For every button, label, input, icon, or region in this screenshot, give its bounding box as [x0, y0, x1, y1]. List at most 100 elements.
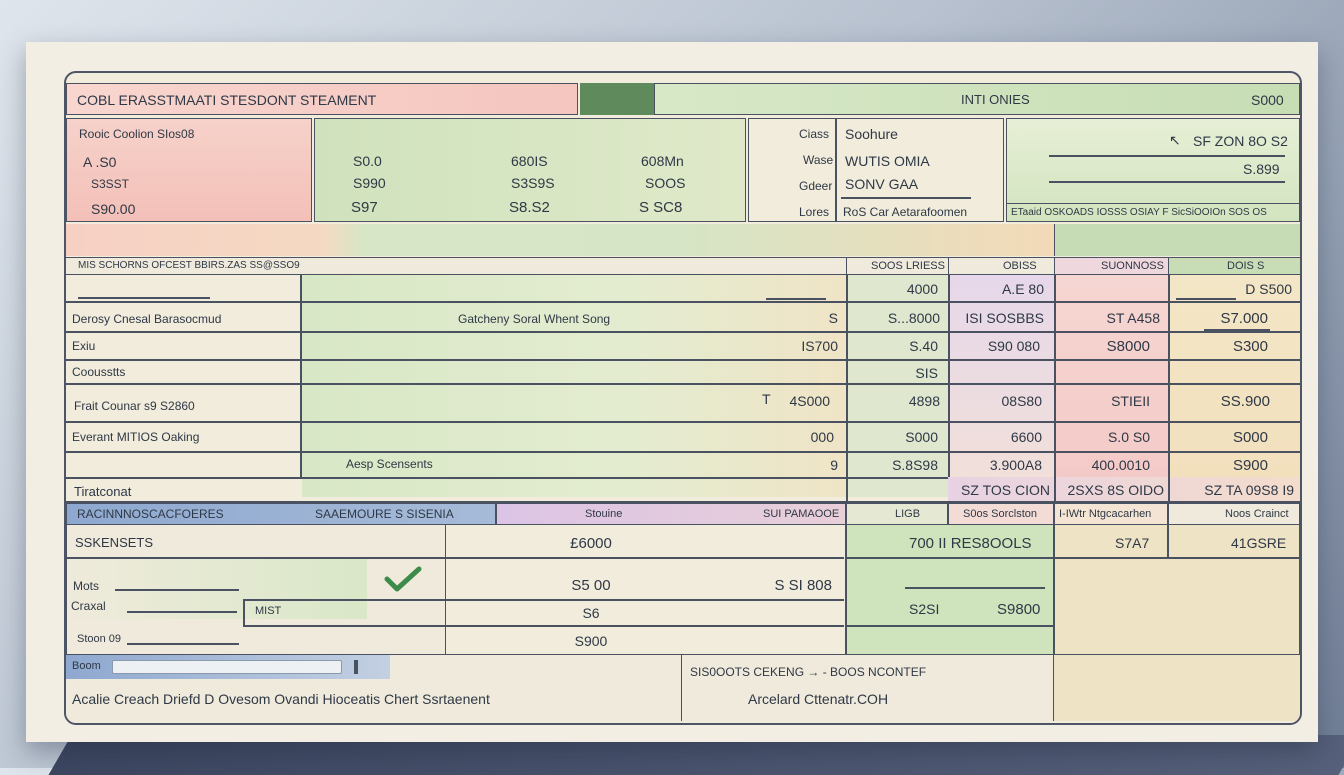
- contact-divider: [835, 119, 837, 221]
- row-line-1: [66, 301, 1300, 303]
- footer-bottom-text: Acalie Creach Driefd D Ovesom Ovandi Hio…: [72, 691, 490, 707]
- footer-input-label: Boom: [72, 660, 101, 672]
- table-header-4: DOIS S: [1168, 258, 1300, 274]
- lower-left-line-3: [243, 625, 447, 627]
- summary-value-1: SF ZON 8O S2: [1193, 133, 1288, 149]
- color-band: [66, 224, 1054, 256]
- sub-header-mid: Stouine SUI PAMAOOE: [496, 503, 846, 525]
- row4-label: Frait Counar s9 S2860: [74, 399, 195, 413]
- amount-c1-r1: S0.0: [353, 153, 382, 169]
- table-header-row: MIS SCHORNS OFCEST BBIRS.ZAS SS@SSO9 SOO…: [66, 257, 1300, 275]
- row5-c2: 6600: [1010, 429, 1042, 445]
- info-value-1: A .S0: [83, 154, 117, 170]
- lower-box-b: S9800: [997, 601, 1041, 618]
- lower-val-a2: S6: [582, 605, 600, 621]
- amount-c3-r2: SOOS: [645, 175, 686, 191]
- row0-amount-line: [766, 298, 826, 300]
- check-icon: [384, 566, 422, 592]
- lower-green-line: [847, 557, 1053, 559]
- row7-label: Tiratconat: [74, 484, 132, 499]
- info-value-2: S3SST: [91, 177, 130, 191]
- row-line-5: [66, 421, 1300, 423]
- row0-c4-line: [1176, 298, 1236, 300]
- lower-green-field: [905, 587, 1045, 589]
- row5-amount: 000: [810, 429, 834, 445]
- amount-c2-r1: 680IS: [511, 153, 548, 169]
- row0-c1: 4000: [906, 281, 938, 297]
- row3-c1: SIS: [915, 365, 938, 381]
- row6-c3: 400.0010: [1091, 457, 1150, 473]
- amount-c1-r2: S990: [353, 175, 386, 191]
- row0-field-line: [78, 297, 210, 299]
- contact-label-3: Gdeer: [799, 179, 833, 193]
- lower-left-line-2: [243, 599, 447, 601]
- row-line-4: [66, 383, 1300, 385]
- row-line-2: [66, 331, 1300, 333]
- header-right-label: INTI ONIES: [961, 92, 1030, 107]
- info-label: Rooic Coolion SIos08: [79, 127, 195, 141]
- contact-value-3: SONV GAA: [845, 176, 919, 192]
- lower-right-line: [1055, 557, 1299, 559]
- color-band-right: [1054, 224, 1300, 256]
- lower-field-2: [127, 611, 237, 613]
- contact-value-1: Soohure: [845, 126, 898, 142]
- contact-value-4: RoS Car Aetarafoomen: [843, 205, 968, 219]
- contact-label-4: Lores: [799, 205, 830, 219]
- lower-field-1: [115, 589, 239, 591]
- row5-label: Everant MITIOS Oaking: [72, 430, 200, 444]
- row5-c1: S000: [905, 429, 938, 445]
- table-title: MIS SCHORNS OFCEST BBIRS.ZAS SS@SSO9: [78, 260, 300, 271]
- row4-c4: SS.900: [1220, 393, 1270, 410]
- row0-c2: A.E 80: [1001, 281, 1044, 297]
- row1-amount: S: [828, 310, 838, 326]
- lower-row1-c1: 700 II RES8OOLS: [909, 535, 1032, 552]
- header-accent: [580, 83, 654, 115]
- lower-left-vline: [243, 599, 245, 625]
- row1-desc: Gatcheny Soral Whent Song: [458, 312, 611, 326]
- lower-val-a1: S5 00: [571, 577, 611, 594]
- row2-c1: S.40: [909, 338, 938, 354]
- sub-header-mid-label-2: SUI PAMAOOE: [763, 508, 840, 520]
- row6-c1: S.8S98: [892, 457, 938, 473]
- row2-c2: S90 080: [987, 338, 1040, 354]
- row1-c4: S7.000: [1220, 310, 1268, 327]
- sub-header-c2: S0os Sorclston: [948, 503, 1054, 525]
- row7-c2: SZ TOS CION: [961, 482, 1050, 498]
- footer-input-field[interactable]: [112, 660, 342, 674]
- row1-c4-line: [1204, 329, 1270, 331]
- sub-header-c4: Noos Crainct: [1168, 503, 1300, 525]
- lower-mid-label: MIST: [255, 605, 282, 617]
- table-header-2: OBISS: [948, 258, 1054, 274]
- lower-row1-label: SSKENSETS: [75, 535, 154, 550]
- sub-header-left: RACINNNOSCACFOERES SAAEMOURE S SISENIA: [66, 503, 496, 525]
- lower-field-3: [127, 643, 239, 645]
- row1-label: Derosy Cnesal Barasocmud: [72, 312, 222, 326]
- row2-c3: S8000: [1106, 338, 1150, 355]
- contact-label-1: Ciass: [799, 127, 830, 141]
- lower-mid-line-2: [446, 599, 844, 601]
- row-line-6: [66, 451, 1300, 453]
- statement-title: COBL ERASSTMAATI STESDONT STEAMENT: [77, 92, 377, 108]
- lower-row1-c3: S7A7: [1115, 535, 1150, 551]
- contact-field-line: [841, 197, 971, 199]
- amount-c2-r3: S8.S2: [509, 199, 550, 216]
- amounts-block: S0.0 S990 S97 680IS S3S9S S8.S2 608Mn SO…: [314, 118, 746, 222]
- row1-c2: ISI SOSBBS: [965, 310, 1044, 326]
- table-header-1: SOOS LRIESS: [846, 258, 948, 274]
- row6-c4: S900: [1232, 457, 1268, 474]
- row4-c3: STIEII: [1111, 393, 1150, 409]
- sub-header-c1: LIGB: [846, 503, 948, 525]
- footer-right-bottom: Arcelard Cttenatr.COH: [748, 691, 889, 707]
- lower-mid-line-1: [446, 557, 844, 559]
- amount-c3-r1: 608Mn: [641, 153, 684, 169]
- sub-header-left-label-2: SAAEMOURE S SISENIA: [315, 507, 454, 521]
- summary-footer: ETaaid OSKOADS IOSSS OSIAY F SicSiOOIOn …: [1007, 203, 1299, 223]
- lower-right-block: S7A7 41GSRE: [1054, 525, 1300, 655]
- lower-green-block: 700 II RES8OOLS S2SI S9800: [846, 525, 1054, 655]
- row5-c4: S000: [1232, 429, 1268, 446]
- row-line-3: [66, 359, 1300, 361]
- row7-c4: SZ TA 09S8 I9: [1204, 482, 1294, 498]
- lower-label-1: Mots: [73, 579, 100, 593]
- footer-right: [1054, 655, 1300, 721]
- sub-header-left-label: RACINNNOSCACFOERES: [77, 507, 224, 521]
